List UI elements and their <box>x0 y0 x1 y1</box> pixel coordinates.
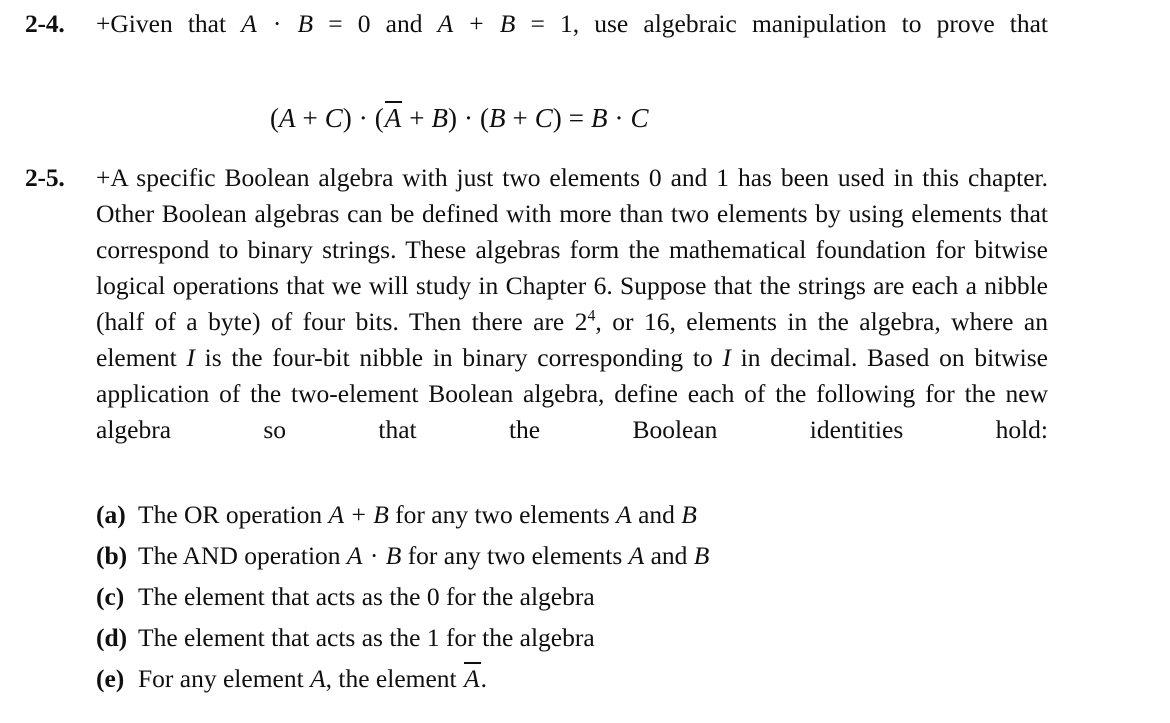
subitem-label-e: (e) <box>96 664 125 693</box>
math-operator-dot: · <box>363 541 385 570</box>
problem-number-2-5: 2-5. <box>25 163 65 192</box>
problem-number-2-4: 2-4. <box>25 9 65 38</box>
problem-2-5: 2-5. +A specific Boolean algebra with ju… <box>0 160 1170 484</box>
math-var-a: A <box>346 541 363 570</box>
text-fragment: The AND operation <box>138 541 347 570</box>
text-fragment: , the element <box>325 664 464 693</box>
text-fragment: For any element <box>138 664 311 693</box>
math-operator-dot: · <box>358 103 368 133</box>
paren-close: ) <box>552 103 562 133</box>
math-var-b: B <box>373 500 389 529</box>
math-var-c: C <box>630 103 649 133</box>
text-fragment: and <box>631 500 682 529</box>
text-fragment: The element that acts as the 1 for the a… <box>138 623 595 652</box>
math-operator-plus: + <box>512 103 528 133</box>
math-operator-equals: = <box>568 103 584 133</box>
math-operator-plus: + <box>345 500 373 529</box>
text-fragment: is the four-bit nibble in binary corresp… <box>194 343 723 372</box>
math-var-b: B <box>590 103 608 133</box>
subitem-label-a: (a) <box>96 500 126 529</box>
math-var-a: A <box>628 541 645 570</box>
math-var-a: A <box>241 9 257 38</box>
math-operator-plus: + <box>454 9 499 38</box>
text-fragment: = 0 and <box>313 9 438 38</box>
list-item-e: (e) For any element A, the element A. <box>96 658 1170 699</box>
problem-2-5-subitems: (a) The OR operation A + B for any two el… <box>0 494 1170 699</box>
math-var-a-complement: A <box>384 103 402 133</box>
text-fragment: +Given that <box>96 9 242 38</box>
paren-open: ( <box>270 103 279 133</box>
math-var-b: B <box>499 9 516 38</box>
math-var-a-complement: A <box>464 664 480 693</box>
text-fragment: and <box>644 541 694 570</box>
subitem-label-c: (c) <box>96 582 125 611</box>
paren-open: ( <box>479 103 489 133</box>
equation-bottom-spacer <box>0 138 1170 160</box>
text-fragment: = 1, use algebraic manipulation to prove… <box>515 9 1049 38</box>
list-item-b: (b) The AND operation A · B for any two e… <box>96 535 1170 576</box>
math-var-a: A <box>279 103 296 133</box>
equation-top-spacer <box>0 78 1170 98</box>
math-operator-plus: + <box>409 103 425 133</box>
math-var-b: B <box>693 541 710 570</box>
math-var-a: A <box>616 500 632 529</box>
math-var-b: B <box>488 103 506 133</box>
math-operator-dot: · <box>257 9 297 38</box>
paren-close: ) <box>342 103 352 133</box>
math-var-i: I <box>186 343 195 372</box>
subitem-label-d: (d) <box>96 623 128 652</box>
math-var-b: B <box>297 9 314 38</box>
math-operator-dot: · <box>463 103 473 133</box>
problem-2-4-text: +Given that A · B = 0 and A + B = 1, use… <box>96 6 1048 78</box>
math-var-c: C <box>534 103 553 133</box>
math-var-b: B <box>431 103 448 133</box>
text-fragment: for any two elements <box>401 541 629 570</box>
list-item-c: (c) The element that acts as the 0 for th… <box>96 576 1170 617</box>
math-var-a: A <box>328 500 345 529</box>
math-var-i: I <box>722 343 731 372</box>
text-fragment: . <box>480 664 487 693</box>
math-operator-dot: · <box>614 103 624 133</box>
display-equation-2-4: (A + C) · (A + B) · (B + C) = B · C <box>0 98 1170 138</box>
math-var-b: B <box>681 500 697 529</box>
math-var-a: A <box>437 9 454 38</box>
paren-open: ( <box>374 103 384 133</box>
math-var-c: C <box>324 103 343 133</box>
math-operator-plus: + <box>302 103 318 133</box>
math-var-b: B <box>385 541 402 570</box>
text-fragment: The OR operation <box>138 500 329 529</box>
list-item-a: (a) The OR operation A + B for any two el… <box>96 494 1170 535</box>
text-fragment: The element that acts as the 0 for the a… <box>138 582 595 611</box>
text-fragment: for any two elements <box>388 500 617 529</box>
textbook-page: 2-4. +Given that A · B = 0 and A + B = 1… <box>0 0 1170 723</box>
math-var-a: A <box>310 664 326 693</box>
problem-2-4: 2-4. +Given that A · B = 0 and A + B = 1… <box>0 6 1170 78</box>
sublist-top-spacer <box>0 484 1170 494</box>
subitem-label-b: (b) <box>96 541 128 570</box>
paren-close: ) <box>447 103 457 133</box>
problem-2-5-text: +A specific Boolean algebra with just tw… <box>96 160 1048 484</box>
list-item-d: (d) The element that acts as the 1 for th… <box>96 617 1170 658</box>
